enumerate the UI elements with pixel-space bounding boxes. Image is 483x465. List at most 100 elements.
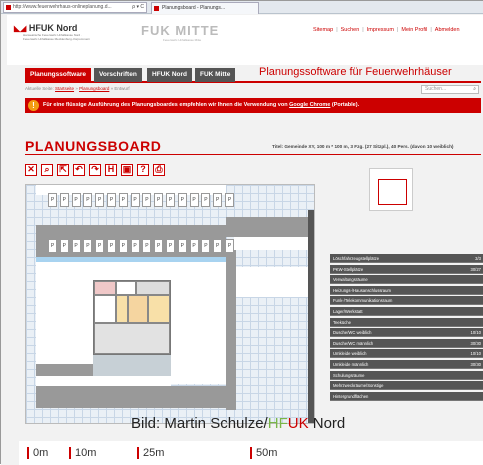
minimap-viewport[interactable] — [378, 179, 407, 205]
address-bar[interactable]: http://www.feuerwehrhaus-onlineplanung.d… — [3, 2, 147, 13]
parking-spot[interactable]: P — [83, 193, 93, 207]
parking-spot[interactable]: P — [166, 239, 175, 253]
link-mein-profil[interactable]: Mein Profil — [401, 27, 427, 33]
parking-spot[interactable]: P — [201, 193, 211, 207]
scrollbar[interactable] — [308, 210, 314, 423]
parking-spot[interactable]: P — [213, 239, 223, 253]
print-icon[interactable]: ⎙ — [153, 164, 165, 176]
road-lower — [36, 364, 93, 376]
parking-spot[interactable]: P — [107, 239, 116, 253]
redo-icon[interactable]: ↷ — [89, 164, 101, 176]
legend-item[interactable]: Umkleide weiblich 10/10 — [330, 349, 483, 359]
legend-item[interactable]: Lager/Werkstatt — [330, 307, 483, 316]
parking-spot[interactable]: P — [130, 193, 140, 207]
legend-item[interactable]: Schulungsräume — [330, 370, 483, 380]
parking-spot[interactable]: P — [71, 239, 81, 253]
address-controls[interactable]: ρ ▾ C — [132, 3, 144, 12]
parking-spot[interactable]: P — [107, 193, 116, 207]
parking-spot[interactable]: P — [142, 193, 152, 207]
search-icon[interactable]: ⌕ — [473, 86, 476, 93]
parking-spot[interactable]: P — [118, 193, 128, 207]
notice-text: Für eine flüssige Ausführung des Planung… — [43, 102, 359, 108]
room-umkleide[interactable] — [94, 281, 116, 295]
parking-spot[interactable]: P — [71, 193, 81, 207]
help-icon[interactable]: ? — [137, 164, 149, 176]
legend-item[interactable]: Löschfahrzeugstellplätze 3/3 — [330, 254, 483, 263]
legend-item[interactable]: Dusche/WC weiblich 10/10 — [330, 328, 483, 338]
search-icon[interactable]: ⌕ — [41, 164, 53, 176]
legend-item[interactable]: Umkleide männlich 30/30 — [330, 360, 483, 369]
legend-item[interactable]: Teeküche — [330, 317, 483, 327]
legend-item[interactable]: Funk-/Telekommunikationsraum — [330, 296, 483, 306]
breadcrumb-startseite[interactable]: Startseite — [55, 86, 74, 91]
room-flur[interactable] — [116, 295, 128, 323]
parking-spot[interactable]: P — [154, 193, 164, 207]
parking-spot[interactable]: P — [95, 193, 105, 207]
breadcrumb-planungsboard[interactable]: Planungsboard — [79, 86, 109, 91]
legend-item[interactable]: Mehrzweckräume/Sonstige — [330, 381, 483, 391]
parking-spot[interactable]: P — [166, 193, 175, 207]
tab-vorschriften[interactable]: Vorschriften — [94, 68, 142, 82]
parking-spot[interactable]: P — [48, 239, 57, 253]
parking-spot[interactable]: P — [95, 239, 105, 253]
parking-spot[interactable]: P — [189, 193, 199, 207]
flame-icon: ◣◢ — [14, 24, 27, 33]
parking-spot[interactable]: P — [225, 239, 234, 253]
parking-spot[interactable]: P — [225, 193, 234, 207]
tab-hfuk-nord[interactable]: HFUK Nord — [147, 68, 193, 82]
board-info: Titel: Gemeinde XY, 100 m * 100 m, 3 Fzg… — [272, 144, 454, 149]
legend-value: 10/10 — [470, 330, 481, 336]
link-abmelden[interactable]: Abmelden — [435, 27, 460, 33]
warning-icon: ! — [28, 100, 39, 111]
tab-fuk-mitte[interactable]: FUK Mitte — [195, 68, 236, 82]
white-strip — [234, 237, 314, 250]
link-suchen[interactable]: Suchen — [341, 27, 360, 33]
room-fahrzeughalle[interactable] — [94, 323, 170, 354]
image-icon[interactable]: ▣ — [121, 164, 133, 176]
legend-item[interactable]: Verwaltungsräume — [330, 275, 483, 285]
minimap[interactable] — [369, 168, 413, 211]
parking-spot[interactable]: P — [130, 239, 140, 253]
parking-spot[interactable]: P — [213, 193, 223, 207]
legend-label: Heizungs-/Hausanschlussraum — [333, 287, 391, 293]
room-lager[interactable] — [136, 281, 170, 295]
parking-spot[interactable]: P — [201, 239, 211, 253]
link-sitemap[interactable]: Sitemap — [313, 27, 333, 33]
legend-label: Verwaltungsräume — [333, 277, 368, 283]
white-top-building — [93, 262, 171, 280]
link-impressum[interactable]: Impressum — [367, 27, 394, 33]
room-wc[interactable] — [94, 295, 116, 323]
planning-canvas[interactable]: PPPPPPPPPPPPPPPPPPPPPPPPPPPPPPPP — [25, 184, 315, 424]
search-input[interactable]: Suchen... ⌕ — [421, 85, 479, 94]
fuk-mitte-logo[interactable]: FUK MITTE — [141, 23, 219, 38]
tab-planungssoftware[interactable]: Planungssoftware — [25, 68, 91, 82]
hfuk-logo[interactable]: ◣◢ HFUK Nord — [14, 23, 77, 33]
parking-spot[interactable]: P — [142, 239, 152, 253]
parking-spot[interactable]: P — [59, 193, 69, 207]
parking-spot[interactable]: P — [83, 239, 93, 253]
breadcrumb-prefix: Aktuelle Seite: — [25, 86, 54, 91]
room-schulung[interactable] — [148, 295, 170, 323]
close-icon[interactable]: ✕ — [25, 164, 37, 176]
app-title: Planungssoftware für Feuerwehrhäuser — [259, 66, 452, 78]
legend-item[interactable]: Dusche/WC männlich 30/30 — [330, 338, 483, 348]
parking-spot[interactable]: P — [48, 193, 57, 207]
parking-spot[interactable]: P — [154, 239, 164, 253]
export-icon[interactable]: ⇱ — [57, 164, 69, 176]
save-icon[interactable]: H — [105, 164, 117, 176]
parking-spot[interactable]: P — [177, 239, 187, 253]
undo-icon[interactable]: ↶ — [73, 164, 85, 176]
parking-spot[interactable]: P — [59, 239, 69, 253]
legend-item[interactable]: Hintergrundflächen — [330, 391, 483, 401]
chrome-link[interactable]: Google Chrome — [289, 102, 330, 108]
legend-item[interactable]: PKW-Stellplätze 30/27 — [330, 264, 483, 274]
room-teekueche[interactable] — [128, 295, 148, 323]
legend-label: Umkleide männlich — [333, 362, 369, 367]
parking-spot[interactable]: P — [118, 239, 128, 253]
room-dusche[interactable] — [116, 281, 136, 295]
browser-tab[interactable]: Planungsboard - Planungs... — [151, 2, 259, 14]
parking-spot[interactable]: P — [189, 239, 199, 253]
legend-item[interactable]: Heizungs-/Hausanschlussraum — [330, 285, 483, 295]
legend-label: Löschfahrzeugstellplätze — [333, 256, 380, 261]
parking-spot[interactable]: P — [177, 193, 187, 207]
